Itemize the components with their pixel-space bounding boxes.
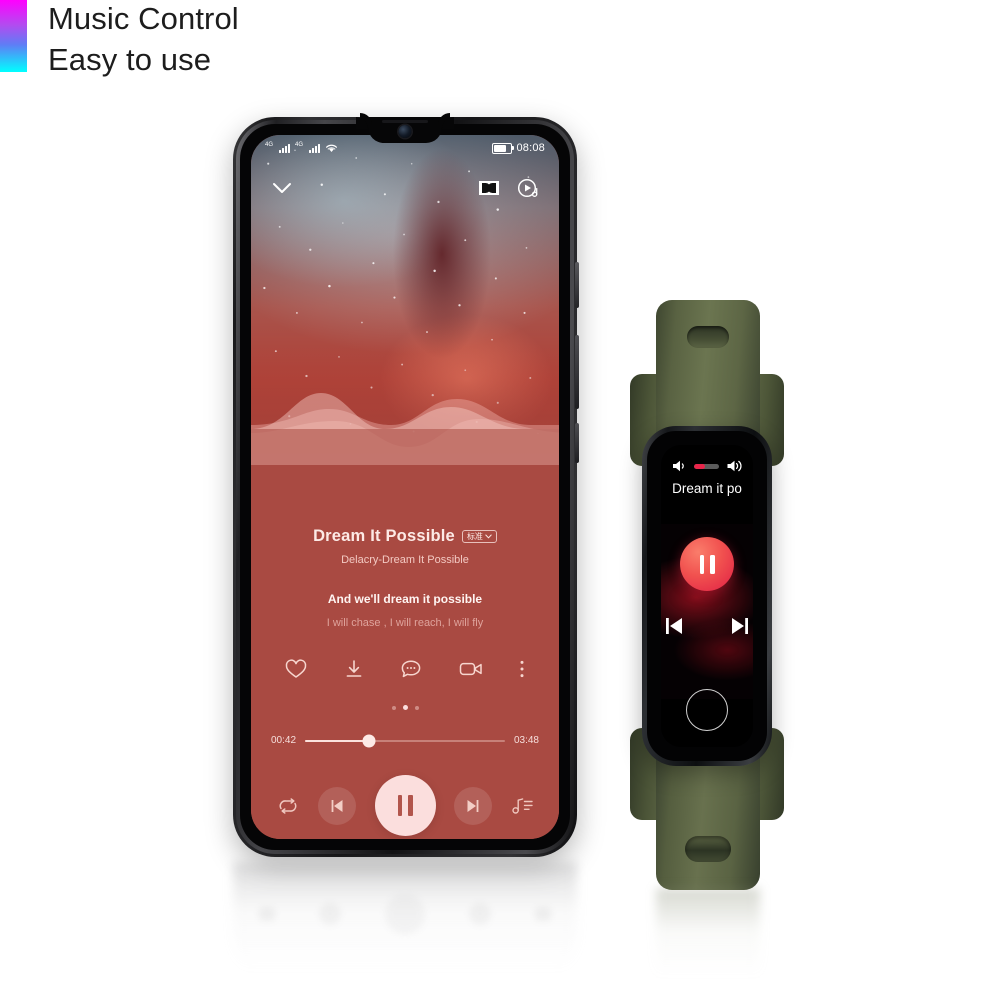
home-circle-icon[interactable] bbox=[686, 689, 728, 731]
play-pause-button[interactable] bbox=[374, 775, 436, 836]
more-vertical-icon[interactable] bbox=[519, 659, 525, 679]
page-dot[interactable] bbox=[391, 705, 396, 710]
track-info: Dream It Possible 标准 Delacry-Dream It Po… bbox=[251, 527, 559, 629]
audio-quality-badge[interactable]: 标准 bbox=[461, 529, 497, 544]
page-title: Music Control Easy to use bbox=[48, 0, 648, 80]
pause-icon bbox=[397, 795, 402, 816]
page-dot-active[interactable] bbox=[402, 705, 408, 710]
volume-up-button[interactable] bbox=[575, 335, 579, 409]
signal-strength-icon-1 bbox=[279, 143, 291, 153]
band-reflection bbox=[656, 888, 760, 984]
headline-line-2: Easy to use bbox=[48, 42, 212, 78]
comment-icon[interactable] bbox=[400, 659, 422, 679]
chevron-down-icon bbox=[485, 534, 492, 539]
skip-previous-icon bbox=[331, 799, 343, 812]
phone-bezel: 4G 4G 08:08 Dream It Possible 标准 Delacry… bbox=[240, 124, 570, 850]
reflection-glyph bbox=[535, 907, 551, 921]
chevron-down-icon[interactable] bbox=[271, 181, 293, 195]
earpiece-speaker bbox=[382, 120, 428, 123]
fitness-band-device: Dream it po bbox=[612, 300, 802, 890]
next-track-button[interactable] bbox=[454, 786, 493, 825]
reflection-glyph bbox=[259, 907, 275, 921]
total-duration: 03:48 bbox=[513, 735, 539, 746]
phone-screen: 4G 4G 08:08 Dream It Possible 标准 Delacry… bbox=[251, 135, 559, 839]
quality-badge-label: 标准 bbox=[466, 531, 483, 541]
battery-icon bbox=[492, 142, 515, 154]
product-marketing-scene: Music Control Easy to use 4G 4G 08:08 Dr… bbox=[0, 0, 1000, 1000]
band-previous-track-button[interactable] bbox=[662, 615, 686, 637]
download-icon[interactable] bbox=[344, 659, 364, 679]
progress-knob[interactable] bbox=[362, 734, 376, 747]
elapsed-time: 00:42 bbox=[271, 735, 297, 746]
transport-controls bbox=[251, 775, 559, 836]
progress-fill bbox=[305, 739, 369, 742]
band-bezel: Dream it po bbox=[647, 431, 767, 761]
network-label-1: 4G bbox=[265, 142, 274, 148]
wifi-icon bbox=[326, 144, 338, 152]
progress-slider[interactable] bbox=[305, 734, 505, 747]
band-next-track-button[interactable] bbox=[728, 615, 752, 637]
page-dot[interactable] bbox=[414, 705, 419, 710]
headline-line-1: Music Control bbox=[48, 1, 239, 36]
volume-slider[interactable] bbox=[694, 463, 719, 469]
band-play-pause-button[interactable] bbox=[680, 537, 734, 591]
audio-waveform-visualizer bbox=[251, 393, 559, 473]
repeat-icon[interactable] bbox=[277, 797, 299, 815]
status-bar: 4G 4G 08:08 bbox=[251, 135, 559, 161]
volume-low-icon[interactable] bbox=[671, 459, 687, 473]
volume-fill bbox=[694, 463, 706, 469]
artist-name: Delacry-Dream It Possible bbox=[341, 554, 469, 566]
band-screen: Dream it po bbox=[661, 445, 753, 747]
volume-down-button[interactable] bbox=[575, 423, 579, 463]
reflection-glyph bbox=[385, 894, 425, 934]
heart-icon[interactable] bbox=[285, 659, 307, 679]
video-camera-icon[interactable] bbox=[459, 660, 483, 678]
player-top-controls bbox=[251, 173, 559, 203]
status-clock: 08:08 bbox=[516, 142, 545, 154]
previous-track-button[interactable] bbox=[317, 786, 356, 825]
pause-icon bbox=[699, 554, 704, 574]
lyric-next-line: I will chase , I will reach, I will fly bbox=[326, 617, 484, 629]
playlist-queue-icon[interactable] bbox=[511, 797, 533, 815]
signal-strength-icon-2 bbox=[309, 143, 321, 153]
dolby-atmos-icon[interactable] bbox=[479, 181, 499, 195]
band-housing: Dream it po bbox=[642, 426, 772, 766]
reflection-glyph bbox=[469, 903, 491, 925]
volume-high-icon[interactable] bbox=[726, 459, 743, 473]
reflection-glyph bbox=[319, 903, 341, 925]
power-button[interactable] bbox=[575, 262, 579, 308]
playback-progress: 00:42 03:48 bbox=[251, 734, 559, 747]
player-action-bar bbox=[251, 659, 559, 679]
page-indicator-dots bbox=[251, 705, 559, 710]
phone-reflection-ui bbox=[233, 866, 577, 962]
band-transport-controls bbox=[661, 615, 753, 637]
network-label-2: 4G bbox=[295, 142, 304, 148]
song-title: Dream It Possible bbox=[313, 527, 455, 545]
smartphone-device: 4G 4G 08:08 Dream It Possible 标准 Delacry… bbox=[233, 117, 579, 857]
volume-control bbox=[671, 459, 743, 473]
skip-next-icon bbox=[467, 799, 479, 812]
accent-gradient-bar bbox=[0, 0, 27, 72]
music-video-icon[interactable] bbox=[517, 177, 539, 199]
band-track-title: Dream it po bbox=[672, 481, 742, 496]
lyric-current-line: And we'll dream it possible bbox=[327, 592, 483, 606]
